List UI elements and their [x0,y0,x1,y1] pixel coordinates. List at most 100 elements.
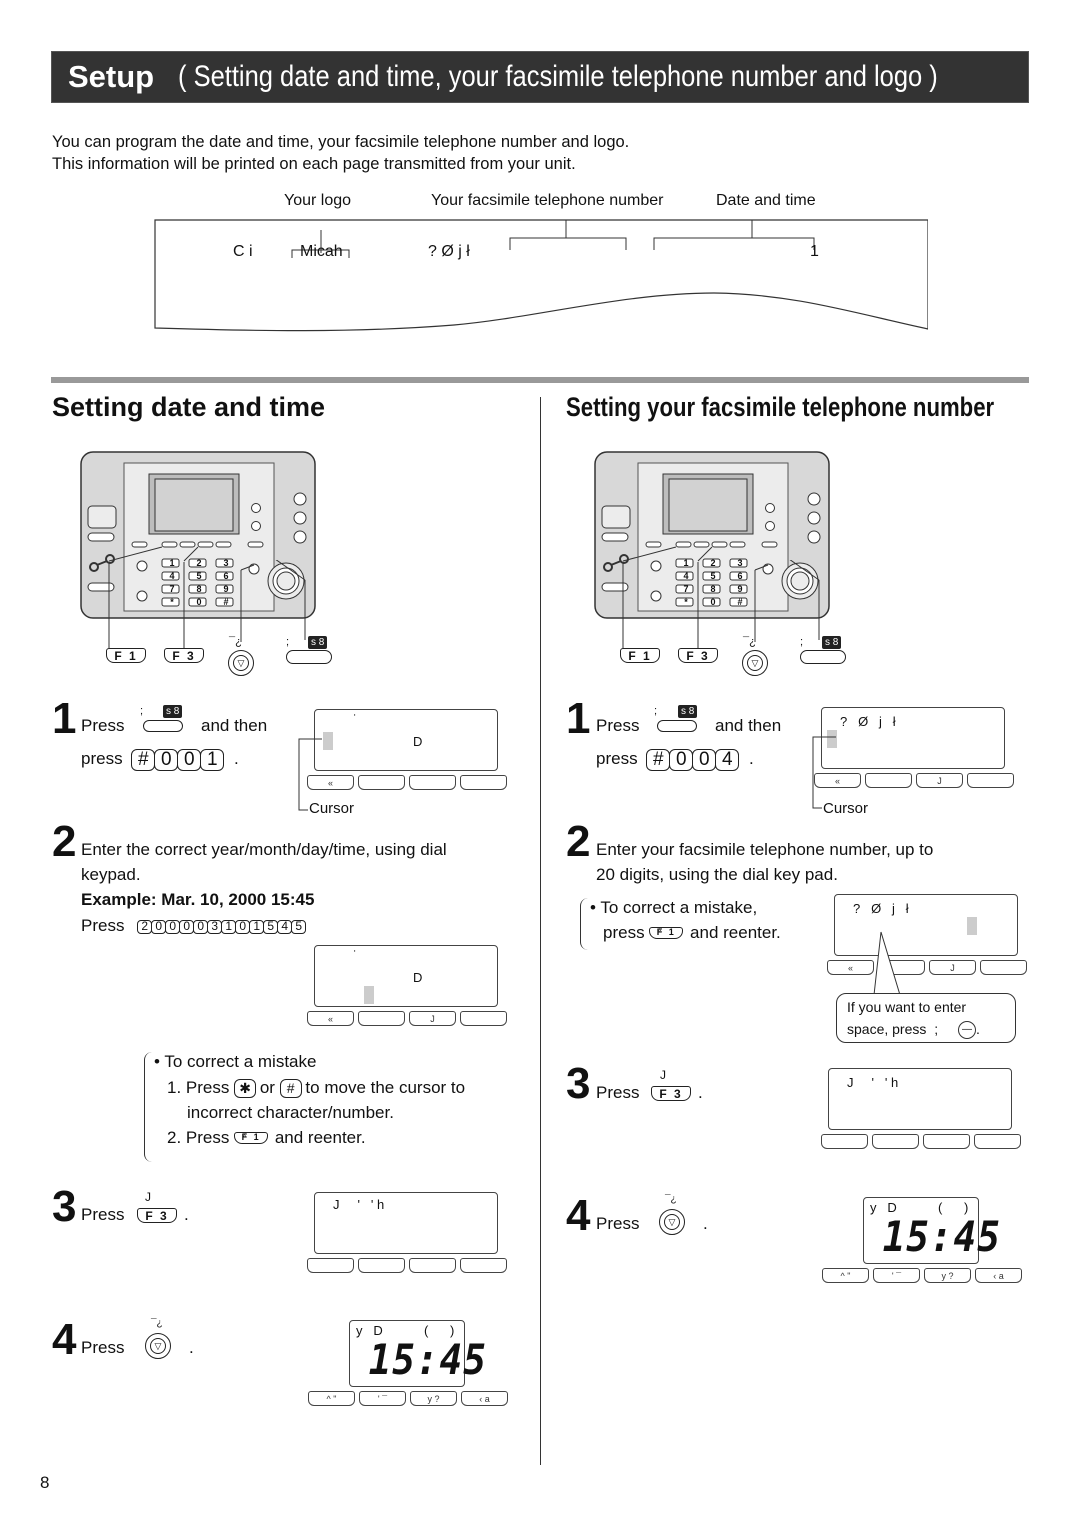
soft-keys: ^ " ' ¯ y ? ‹ a [308,1391,508,1406]
keypad-key[interactable]: 0 [151,919,167,934]
label-fax-number: Your facsimile telephone number [431,192,664,209]
soft-key[interactable]: « [307,1011,354,1026]
period: . [703,1214,708,1233]
f1-key[interactable]: F 1 [649,926,684,939]
keypad-key-hash[interactable]: # [131,748,156,771]
callout-text-2: space, press ; —. [847,1018,1005,1040]
soft-keys: ^ " ' ¯ y ? ‹ a [822,1268,1022,1283]
soft-key[interactable] [967,773,1014,788]
soft-key[interactable]: ^ " [822,1268,869,1283]
menu-button[interactable] [800,650,846,664]
keypad-key-hash[interactable]: # [646,748,671,771]
soft-key[interactable]: y ? [924,1268,971,1283]
soft-key[interactable]: ‹ a [975,1268,1022,1283]
keypad-key[interactable]: 0 [669,748,694,771]
keypad-key[interactable]: 1 [249,919,265,934]
star-key[interactable]: ✱ [234,1079,257,1099]
callout-lines-left [108,560,306,648]
hyphen-key-icon[interactable]: — [958,1021,977,1040]
keypad-key[interactable]: 0 [235,919,251,934]
soft-key[interactable] [923,1134,970,1149]
stop-button[interactable]: ▽ [228,650,254,676]
keypad-key[interactable]: 0 [154,748,179,771]
soft-key[interactable]: ‹ a [461,1391,508,1406]
printout-logo-value: Micah [300,243,343,260]
keypad-key[interactable]: 5 [291,919,307,934]
soft-keys [307,1258,507,1273]
callout-label: space, press [847,1021,927,1037]
stop-icon: ▽ [747,655,763,671]
f1-key[interactable]: F 1 [620,648,660,663]
soft-key[interactable]: y ? [410,1391,457,1406]
step-text: keypad. [81,865,141,884]
stop-icon: ▽ [233,655,249,671]
correct-step-1-cont: incorrect character/number. [187,1103,394,1122]
menu-symbol-label: ; [800,636,804,648]
stop-icon: ▽ [150,1338,166,1354]
keypad-key[interactable]: 3 [207,919,223,934]
keypad-key[interactable]: 0 [177,748,202,771]
correct-mistake-heading: • To correct a mistake, [590,898,758,917]
menu-button[interactable] [657,720,697,732]
soft-key[interactable] [307,1258,354,1273]
stop-button[interactable]: ▽ [742,650,768,676]
keypad-key[interactable]: 2 [137,919,153,934]
keypad-key[interactable]: 0 [165,919,181,934]
keypad-key[interactable]: 4 [277,919,293,934]
soft-key[interactable] [358,1011,405,1026]
soft-keys: « [307,775,507,790]
step-text: Press [596,1083,640,1102]
stop-symbol-label: ¯¿ [665,1194,677,1205]
bracket [580,898,588,950]
soft-key[interactable]: « [827,960,874,975]
f3-key[interactable]: F 3 [164,648,204,663]
period: . [698,1083,703,1102]
soft-key[interactable]: J [929,960,976,975]
keypad-key[interactable]: 1 [221,919,237,934]
keypad-key[interactable]: 4 [715,748,740,771]
step-text: Press [596,716,640,735]
f3-key[interactable]: F 3 [651,1086,691,1101]
period: . [749,749,754,768]
keypad-key[interactable]: 1 [200,748,225,771]
stop-icon: ▽ [664,1214,680,1230]
soft-key[interactable]: ' ¯ [359,1391,406,1406]
soft-key[interactable] [409,775,456,790]
soft-key[interactable] [821,1134,868,1149]
hash-key[interactable]: # [279,1079,302,1099]
lcd-mid-text: D [413,734,423,749]
soft-key[interactable] [460,1258,507,1273]
menu-button[interactable] [286,650,332,664]
soft-key[interactable] [409,1258,456,1273]
f3-key[interactable]: F 3 [137,1208,177,1223]
soft-key[interactable] [865,773,912,788]
keypad-key[interactable]: 0 [193,919,209,934]
keypad-key[interactable]: 0 [692,748,717,771]
keypad-key[interactable]: 5 [263,919,279,934]
soft-key[interactable] [872,1134,919,1149]
soft-key[interactable] [358,1258,405,1273]
soft-key[interactable]: J [409,1011,456,1026]
f1-key[interactable]: F 1 [106,648,146,663]
f3-key[interactable]: F 3 [678,648,718,663]
menu-button[interactable] [143,720,183,732]
soft-key[interactable]: J [916,773,963,788]
soft-key[interactable] [358,775,405,790]
soft-key[interactable]: ' ¯ [873,1268,920,1283]
lcd-top-text: ? Ø j ł [840,714,896,729]
correct-label: and reenter. [690,923,781,942]
soft-key[interactable] [460,1011,507,1026]
or-label: or [259,1078,275,1097]
soft-key[interactable]: ^ " [308,1391,355,1406]
soft-key[interactable] [974,1134,1021,1149]
stop-button[interactable]: ▽ [659,1209,685,1235]
correct-step-1: 1. Press ✱ or # to move the cursor to [167,1075,465,1100]
lcd-line: J ' ' h [847,1075,899,1090]
keypad-key[interactable]: 0 [179,919,195,934]
lcd-display: J ' ' h [314,1192,498,1254]
f1-key[interactable]: F 1 [234,1131,269,1144]
soft-key[interactable] [980,960,1027,975]
soft-key[interactable] [460,775,507,790]
step-number: 3 [52,1182,77,1231]
stop-button[interactable]: ▽ [145,1333,171,1359]
